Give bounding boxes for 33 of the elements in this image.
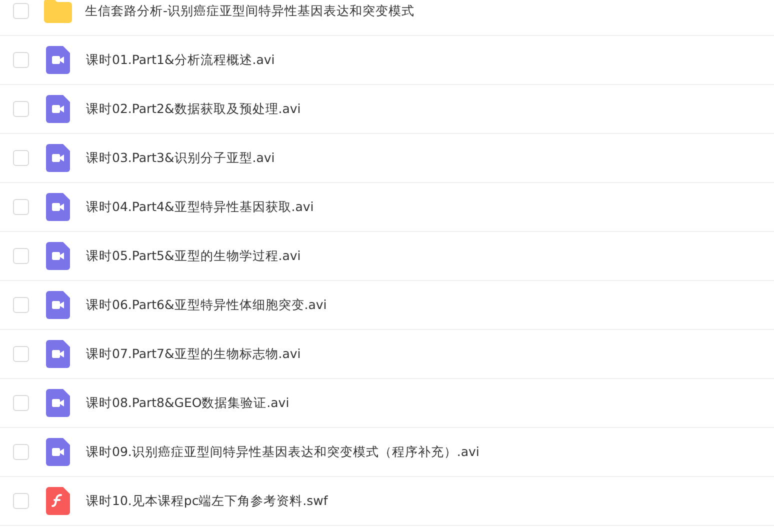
video-file-icon bbox=[46, 193, 70, 221]
checkbox[interactable] bbox=[13, 199, 29, 215]
checkbox[interactable] bbox=[13, 346, 29, 362]
checkbox[interactable] bbox=[13, 52, 29, 68]
checkbox[interactable] bbox=[13, 493, 29, 509]
video-file-icon bbox=[46, 340, 70, 368]
file-name[interactable]: 课时02.Part2&数据获取及预处理.avi bbox=[86, 100, 301, 118]
checkbox[interactable] bbox=[13, 444, 29, 460]
file-name[interactable]: 课时01.Part1&分析流程概述.avi bbox=[86, 52, 275, 68]
file-name[interactable]: 课时09.识别癌症亚型间特异性基因表达和突变模式（程序补充）.avi bbox=[86, 444, 480, 460]
file-name[interactable]: 课时05.Part5&亚型的生物学过程.avi bbox=[86, 248, 301, 264]
file-name[interactable]: 课时10.见本课程pc端左下角参考资料.swf bbox=[86, 492, 328, 510]
flash-file-icon bbox=[46, 487, 70, 515]
checkbox[interactable] bbox=[13, 3, 29, 19]
video-file-icon bbox=[46, 95, 70, 123]
file-name[interactable]: 课时06.Part6&亚型特异性体细胞突变.avi bbox=[86, 296, 327, 314]
folder-icon bbox=[44, 0, 72, 23]
file-name[interactable]: 课时04.Part4&亚型特异性基因获取.avi bbox=[86, 198, 314, 216]
checkbox[interactable] bbox=[13, 150, 29, 166]
checkbox[interactable] bbox=[13, 395, 29, 411]
video-file-icon bbox=[46, 144, 70, 172]
video-file-icon bbox=[46, 438, 70, 466]
file-name[interactable]: 课时07.Part7&亚型的生物标志物.avi bbox=[86, 346, 301, 362]
checkbox[interactable] bbox=[13, 248, 29, 264]
video-file-icon bbox=[46, 242, 70, 270]
checkbox[interactable] bbox=[13, 297, 29, 313]
video-file-icon bbox=[46, 46, 70, 74]
video-file-icon bbox=[46, 291, 70, 319]
file-name[interactable]: 课时08.Part8&GEO数据集验证.avi bbox=[86, 394, 290, 412]
file-name[interactable]: 生信套路分析-识别癌症亚型间特异性基因表达和突变模式 bbox=[85, 2, 415, 20]
video-file-icon bbox=[46, 389, 70, 417]
checkbox[interactable] bbox=[13, 101, 29, 117]
file-name[interactable]: 课时03.Part3&识别分子亚型.avi bbox=[86, 150, 275, 166]
